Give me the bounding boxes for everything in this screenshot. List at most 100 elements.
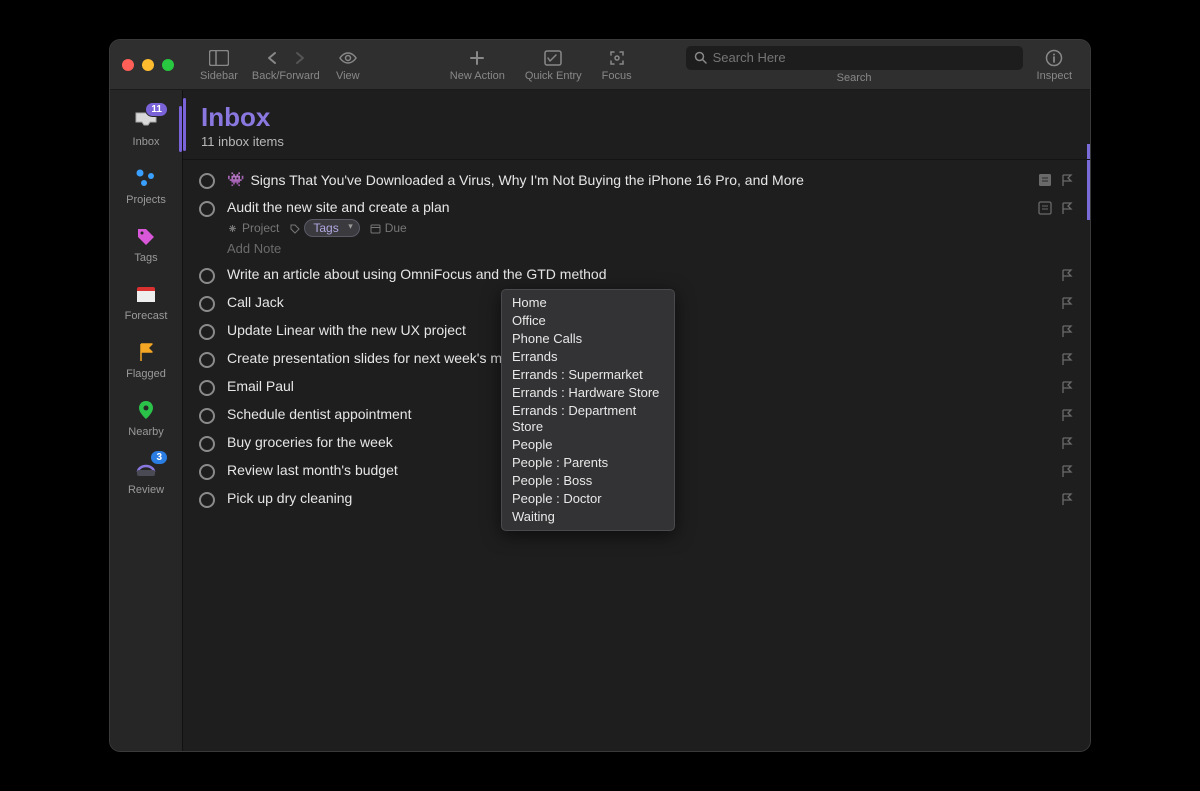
flag-outline-icon[interactable] (1060, 201, 1074, 215)
task-title: Call Jack (227, 294, 284, 310)
task-checkbox[interactable] (199, 173, 215, 189)
task-title: Review last month's budget (227, 462, 398, 478)
eye-icon (338, 48, 358, 68)
calendar-icon (132, 282, 160, 306)
task-meta: Project Tags Due (227, 219, 1026, 237)
dropdown-option[interactable]: Errands (502, 348, 674, 366)
sidebar: 11 Inbox Projects Tags Fore (110, 90, 182, 751)
sidebar-item-nearby[interactable]: Nearby (110, 390, 182, 448)
task-row[interactable]: Audit the new site and create a plan Pro… (183, 194, 1090, 261)
task-checkbox[interactable] (199, 408, 215, 424)
new-action-button[interactable]: New Action (444, 48, 511, 82)
toolbar: Sidebar Back/Forward Vi (110, 40, 1090, 90)
flag-outline-icon[interactable] (1060, 380, 1074, 394)
main-content: Inbox 11 inbox items 👾 Signs That You've… (182, 90, 1090, 751)
task-note[interactable]: Add Note (227, 241, 1026, 256)
view-button[interactable]: View (328, 48, 368, 82)
chevron-right-icon (294, 48, 306, 68)
note-icon[interactable] (1038, 173, 1052, 187)
project-chip[interactable]: Project (227, 221, 279, 235)
tags-dropdown[interactable]: Home Office Phone Calls Errands Errands … (501, 289, 675, 531)
dropdown-option[interactable]: Errands : Supermarket (502, 366, 674, 384)
flag-outline-icon[interactable] (1060, 173, 1074, 187)
quick-entry-icon (544, 48, 562, 68)
note-icon[interactable] (1038, 201, 1052, 215)
inspect-button[interactable]: Inspect (1031, 48, 1078, 82)
sidebar-item-projects[interactable]: Projects (110, 158, 182, 216)
tags-icon (132, 224, 160, 248)
sidebar-toggle-button[interactable]: Sidebar (194, 48, 244, 82)
flag-outline-icon[interactable] (1060, 408, 1074, 422)
project-icon (227, 223, 238, 234)
tag-icon (289, 223, 300, 234)
review-icon: 3 (132, 456, 160, 480)
flag-outline-icon[interactable] (1060, 492, 1074, 506)
task-checkbox[interactable] (199, 296, 215, 312)
pin-icon (132, 398, 160, 422)
focus-icon (608, 48, 626, 68)
flag-outline-icon[interactable] (1060, 268, 1074, 282)
task-row[interactable]: 👾 Signs That You've Downloaded a Virus, … (183, 166, 1090, 194)
task-checkbox[interactable] (199, 201, 215, 217)
page-subtitle: 11 inbox items (201, 134, 1072, 149)
window-controls (122, 59, 174, 71)
focus-button[interactable]: Focus (596, 48, 638, 82)
task-title: Email Paul (227, 378, 294, 394)
dropdown-option[interactable]: Home (502, 294, 674, 312)
dropdown-option[interactable]: People : Parents (502, 454, 674, 472)
task-title: Pick up dry cleaning (227, 490, 352, 506)
projects-icon (132, 166, 160, 190)
task-checkbox[interactable] (199, 324, 215, 340)
minimize-window-button[interactable] (142, 59, 154, 71)
dropdown-option[interactable]: Errands : Hardware Store (502, 384, 674, 402)
dropdown-option[interactable]: Phone Calls (502, 330, 674, 348)
task-row[interactable]: Write an article about using OmniFocus a… (183, 261, 1090, 289)
forward-button[interactable] (286, 48, 314, 68)
task-title: Signs That You've Downloaded a Virus, Wh… (250, 172, 804, 188)
task-title: Write an article about using OmniFocus a… (227, 266, 606, 282)
dropdown-option[interactable]: Waiting (502, 508, 674, 526)
due-chip[interactable]: Due (370, 221, 407, 235)
search-input-wrap[interactable] (686, 46, 1023, 70)
back-forward-label: Back/Forward (252, 70, 320, 82)
sidebar-icon (209, 48, 229, 68)
sidebar-item-review[interactable]: 3 Review (110, 448, 182, 506)
close-window-button[interactable] (122, 59, 134, 71)
calendar-small-icon (370, 223, 381, 234)
dropdown-option[interactable]: Office (502, 312, 674, 330)
task-checkbox[interactable] (199, 352, 215, 368)
search-input[interactable] (713, 50, 1015, 65)
sidebar-item-forecast[interactable]: Forecast (110, 274, 182, 332)
search-label: Search (837, 72, 872, 84)
dropdown-option[interactable]: Errands : Department Store (502, 402, 674, 436)
task-checkbox[interactable] (199, 436, 215, 452)
sidebar-item-flagged[interactable]: Flagged (110, 332, 182, 390)
plus-icon (469, 48, 485, 68)
task-checkbox[interactable] (199, 268, 215, 284)
flag-outline-icon[interactable] (1060, 464, 1074, 478)
chevron-left-icon (266, 48, 278, 68)
task-checkbox[interactable] (199, 492, 215, 508)
tags-chip[interactable]: Tags (289, 219, 359, 237)
task-title: Audit the new site and create a plan (227, 199, 450, 215)
dropdown-option[interactable]: People : Boss (502, 472, 674, 490)
sidebar-item-tags[interactable]: Tags (110, 216, 182, 274)
task-title: Update Linear with the new UX project (227, 322, 466, 338)
task-title: Schedule dentist appointment (227, 406, 411, 422)
sidebar-item-inbox[interactable]: 11 Inbox (110, 100, 182, 158)
app-window: Sidebar Back/Forward Vi (110, 40, 1090, 751)
task-checkbox[interactable] (199, 464, 215, 480)
flag-outline-icon[interactable] (1060, 324, 1074, 338)
task-checkbox[interactable] (199, 380, 215, 396)
dropdown-option[interactable]: People (502, 436, 674, 454)
back-button[interactable] (258, 48, 286, 68)
flag-outline-icon[interactable] (1060, 296, 1074, 310)
page-header: Inbox 11 inbox items (183, 90, 1090, 160)
task-emoji: 👾 (227, 171, 244, 188)
flag-outline-icon[interactable] (1060, 436, 1074, 450)
flag-outline-icon[interactable] (1060, 352, 1074, 366)
dropdown-option[interactable]: People : Doctor (502, 490, 674, 508)
quick-entry-button[interactable]: Quick Entry (519, 48, 588, 82)
maximize-window-button[interactable] (162, 59, 174, 71)
task-title: Create presentation slides for next week… (227, 350, 540, 366)
